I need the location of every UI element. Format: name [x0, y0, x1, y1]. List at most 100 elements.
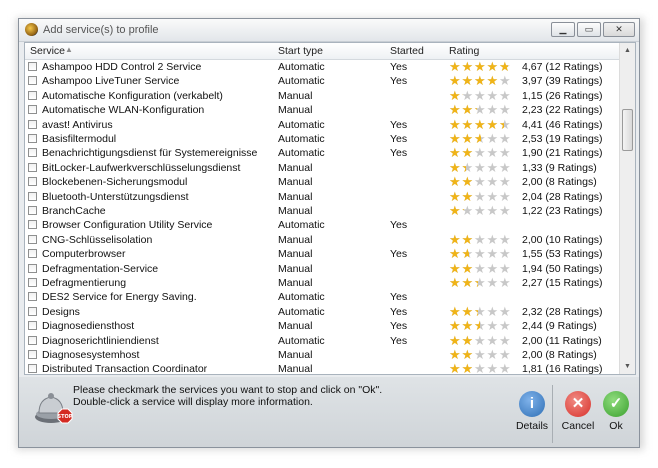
service-row[interactable]: DiagnosediensthostManualYes★★★★★★★★★★2,4…	[25, 319, 620, 333]
title-bar[interactable]: Add service(s) to profile ▁ ▭ ✕	[19, 19, 639, 42]
service-checkbox[interactable]	[28, 321, 37, 331]
ok-label: Ok	[609, 420, 623, 432]
service-checkbox[interactable]	[28, 177, 37, 187]
scrollbar-thumb[interactable]	[622, 109, 633, 151]
service-row[interactable]: DiagnosesystemhostManual★★★★★★★★★★2,00 (…	[25, 348, 620, 362]
footer-divider	[552, 385, 553, 443]
service-name: Diagnosediensthost	[42, 320, 135, 333]
service-checkbox[interactable]	[28, 278, 37, 287]
service-checkbox[interactable]	[28, 364, 37, 374]
service-checkbox[interactable]	[28, 191, 37, 201]
service-row[interactable]: DefragmentierungManual★★★★★★★★★★2,27 (15…	[25, 276, 620, 290]
service-row[interactable]: BranchCacheManual★★★★★★★★★★1,22 (23 Rati…	[25, 204, 620, 218]
star-icon: ★★	[499, 174, 511, 190]
rating-stars: ★★★★★★★★★★	[449, 60, 519, 73]
cancel-button[interactable]: ✕ Cancel	[558, 391, 598, 432]
service-rating: 2,32 (28 Ratings)	[522, 305, 603, 318]
star-icon: ★★	[499, 318, 511, 334]
cancel-label: Cancel	[561, 420, 595, 432]
column-header-service[interactable]: Service	[30, 45, 65, 57]
star-icon: ★★	[449, 87, 461, 103]
service-row[interactable]: avast! AntivirusAutomaticYes★★★★★★★★★★4,…	[25, 118, 620, 132]
service-checkbox[interactable]	[28, 90, 37, 100]
service-row[interactable]: BitLocker-Laufwerkverschlüsselungsdienst…	[25, 161, 620, 175]
service-checkbox[interactable]	[28, 263, 37, 273]
service-row[interactable]: DesignsAutomaticYes★★★★★★★★★★2,32 (28 Ra…	[25, 305, 620, 319]
service-checkbox[interactable]	[28, 335, 37, 345]
service-checkbox[interactable]	[28, 148, 37, 158]
service-checkbox[interactable]	[28, 249, 37, 259]
minimize-button[interactable]: ▁	[551, 22, 575, 37]
column-header-rating[interactable]: Rating	[449, 45, 479, 57]
service-row[interactable]: Benachrichtigungsdienst für Systemereign…	[25, 146, 620, 160]
star-icon: ★★	[486, 59, 499, 74]
service-start-type: Manual	[278, 349, 313, 361]
service-row[interactable]: BasisfiltermodulAutomaticYes★★★★★★★★★★2,…	[25, 132, 620, 146]
service-row[interactable]: Distributed Transaction Coordinator Manua…	[25, 362, 620, 375]
service-rating: 1,81 (16 Ratings)	[522, 363, 603, 375]
service-checkbox[interactable]	[28, 119, 37, 129]
service-row[interactable]: CNG-SchlüsselisolationManual★★★★★★★★★★2,…	[25, 233, 620, 247]
service-checkbox[interactable]	[28, 134, 37, 143]
star-icon: ★★	[499, 102, 511, 118]
service-name: BitLocker-Laufwerkverschlüsselungsdienst	[42, 161, 241, 174]
service-name: Automatische Konfiguration (verkabelt)	[42, 89, 223, 102]
star-icon: ★★	[474, 318, 486, 334]
service-row[interactable]: Blockebenen-Sicherungsmodul Manual ★ ★ ★ ★ ★ ★ ★…	[25, 175, 620, 189]
star-icon: ★★	[449, 73, 461, 89]
star-icon: ★★	[499, 303, 511, 319]
service-row[interactable]: ComputerbrowserManualYes★★★★★★★★★★1,55 (…	[25, 247, 620, 261]
star-icon: ★★	[486, 131, 499, 146]
service-start-type: Automatic	[278, 219, 325, 232]
scroll-up-icon[interactable]: ▲	[620, 43, 635, 58]
service-start-type: Automatic	[278, 61, 325, 73]
service-row[interactable]: Ashampoo HDD Control 2 Service Automatic Y…	[25, 60, 620, 74]
service-row[interactable]: Diagnoserichtliniendienst Automatic Yes ★ ★ ★…	[25, 334, 620, 348]
star-icon: ★★	[461, 260, 474, 276]
column-header-started[interactable]: Started	[390, 45, 424, 57]
service-checkbox[interactable]	[28, 162, 37, 172]
service-name: Ashampoo HDD Control 2 Service	[42, 61, 202, 73]
star-icon: ★★	[486, 203, 499, 218]
service-checkbox[interactable]	[28, 220, 37, 230]
rating-stars: ★★★★★★★★★★	[449, 146, 519, 159]
service-checkbox[interactable]	[28, 306, 37, 316]
star-icon: ★★	[461, 188, 474, 204]
close-button[interactable]: ✕	[603, 22, 635, 37]
service-checkbox[interactable]	[28, 76, 37, 86]
service-row[interactable]: Automatische WLAN-Konfiguration Manual ★ ★ ★…	[25, 103, 620, 117]
service-row[interactable]: DES2 Service for Energy Saving. Automatic…	[25, 290, 620, 304]
service-checkbox[interactable]	[28, 206, 37, 215]
maximize-icon: ▭	[584, 24, 594, 34]
service-row[interactable]: Ashampoo LiveTuner Service Automatic Yes ★ ★…	[25, 74, 620, 88]
details-label: Details	[515, 420, 549, 432]
scroll-down-icon[interactable]: ▼	[620, 359, 635, 374]
service-checkbox[interactable]	[28, 62, 37, 71]
maximize-button[interactable]: ▭	[577, 22, 601, 37]
service-checkbox[interactable]	[28, 234, 37, 244]
service-checkbox[interactable]	[28, 350, 37, 359]
service-row[interactable]: Defragmentation-ServiceManual★★★★★★★★★★1…	[25, 262, 620, 276]
service-row[interactable]: Browser Configuration Utility Service Aut…	[25, 218, 620, 232]
service-row[interactable]: Automatische Konfiguration (verkabelt) Ma…	[25, 89, 620, 103]
service-row[interactable]: Bluetooth-Unterstützungsdienst Manual ★ ★ ★ ★…	[25, 190, 620, 204]
star-icon: ★★	[461, 59, 474, 74]
star-icon: ★★	[486, 188, 499, 204]
star-icon: ★★	[474, 145, 486, 161]
vertical-scrollbar[interactable]: ▲ ▼	[619, 43, 635, 374]
star-icon: ★★	[499, 275, 511, 290]
star-icon: ★★	[486, 303, 499, 319]
service-start-type: Manual	[278, 277, 313, 289]
services-list[interactable]: Service ▲ Start type Started Rating Asha…	[24, 42, 636, 375]
star-icon: ★★	[449, 275, 461, 290]
service-name: Ashampoo LiveTuner Service	[42, 75, 180, 88]
service-checkbox[interactable]	[28, 292, 37, 302]
star-icon: ★★	[461, 275, 474, 290]
service-checkbox[interactable]	[28, 105, 37, 115]
details-button[interactable]: i Details	[512, 391, 552, 432]
star-icon: ★★	[449, 102, 461, 118]
ok-button[interactable]: ✓ Ok	[596, 391, 636, 432]
service-start-type: Manual	[278, 89, 313, 102]
column-header-start-type[interactable]: Start type	[278, 45, 323, 57]
service-rating: 2,53 (19 Ratings)	[522, 133, 603, 145]
